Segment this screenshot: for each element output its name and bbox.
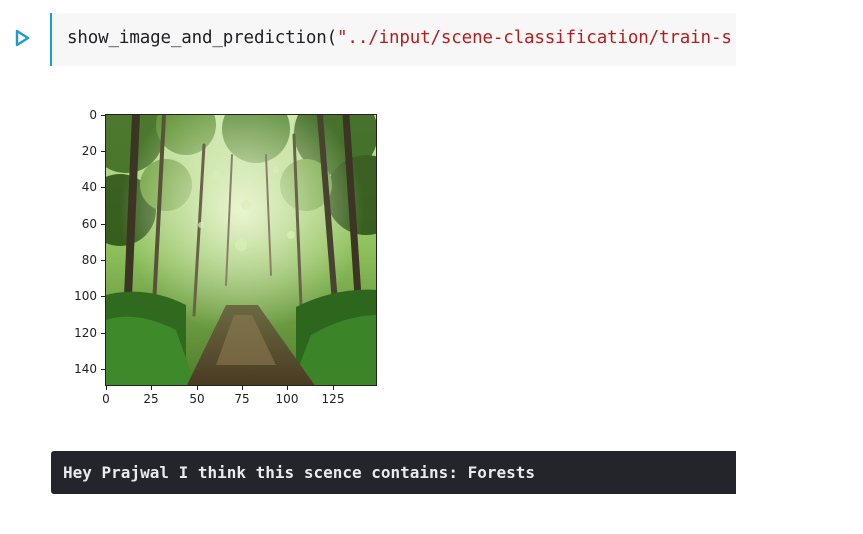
x-tick-label: 50: [189, 392, 205, 406]
y-tick-label: 100: [74, 289, 97, 303]
forest-image-graphic: [106, 115, 376, 385]
y-tick-label: 60: [81, 217, 97, 231]
y-tick-label: 0: [89, 108, 97, 122]
x-tick-label: 0: [102, 392, 110, 406]
y-tick-label: 120: [74, 326, 97, 340]
run-cell-button[interactable]: [10, 26, 34, 50]
y-tick-mark: [101, 187, 105, 188]
code-string-argument: "../input/scene-classification/train-s: [337, 28, 732, 48]
y-tick-label: 40: [81, 180, 97, 194]
y-tick-mark: [101, 296, 105, 297]
image-plot-output: 0 20 40 60 80 100 120 140 0 25 50 75 100 125: [60, 100, 400, 420]
y-tick-mark: [101, 369, 105, 370]
code-editor[interactable]: show_image_and_prediction("../input/scen…: [52, 13, 736, 66]
code-open-paren: (: [326, 28, 338, 48]
forest-image: [105, 114, 377, 386]
x-tick-label: 125: [321, 392, 345, 406]
code-line[interactable]: show_image_and_prediction("../input/scen…: [67, 27, 732, 49]
x-tick-label: 25: [143, 392, 159, 406]
x-tick-mark: [242, 386, 243, 390]
x-tick-mark: [287, 386, 288, 390]
x-tick-mark: [197, 386, 198, 390]
prediction-text: Hey Prajwal I think this scence contains…: [63, 463, 536, 482]
code-function-name: show_image_and_prediction: [67, 28, 327, 48]
x-tick-mark: [151, 386, 152, 390]
x-tick-label: 100: [275, 392, 299, 406]
x-tick-mark: [333, 386, 334, 390]
y-tick-mark: [101, 224, 105, 225]
y-tick-mark: [101, 333, 105, 334]
y-tick-mark: [101, 260, 105, 261]
y-tick-label: 20: [81, 144, 97, 158]
stdout-output: Hey Prajwal I think this scence contains…: [51, 451, 736, 494]
x-tick-mark: [106, 386, 107, 390]
y-tick-mark: [101, 115, 105, 116]
y-tick-label: 80: [81, 253, 97, 267]
y-tick-mark: [101, 151, 105, 152]
y-tick-label: 140: [74, 362, 97, 376]
play-icon: [14, 29, 30, 47]
x-tick-label: 75: [234, 392, 250, 406]
